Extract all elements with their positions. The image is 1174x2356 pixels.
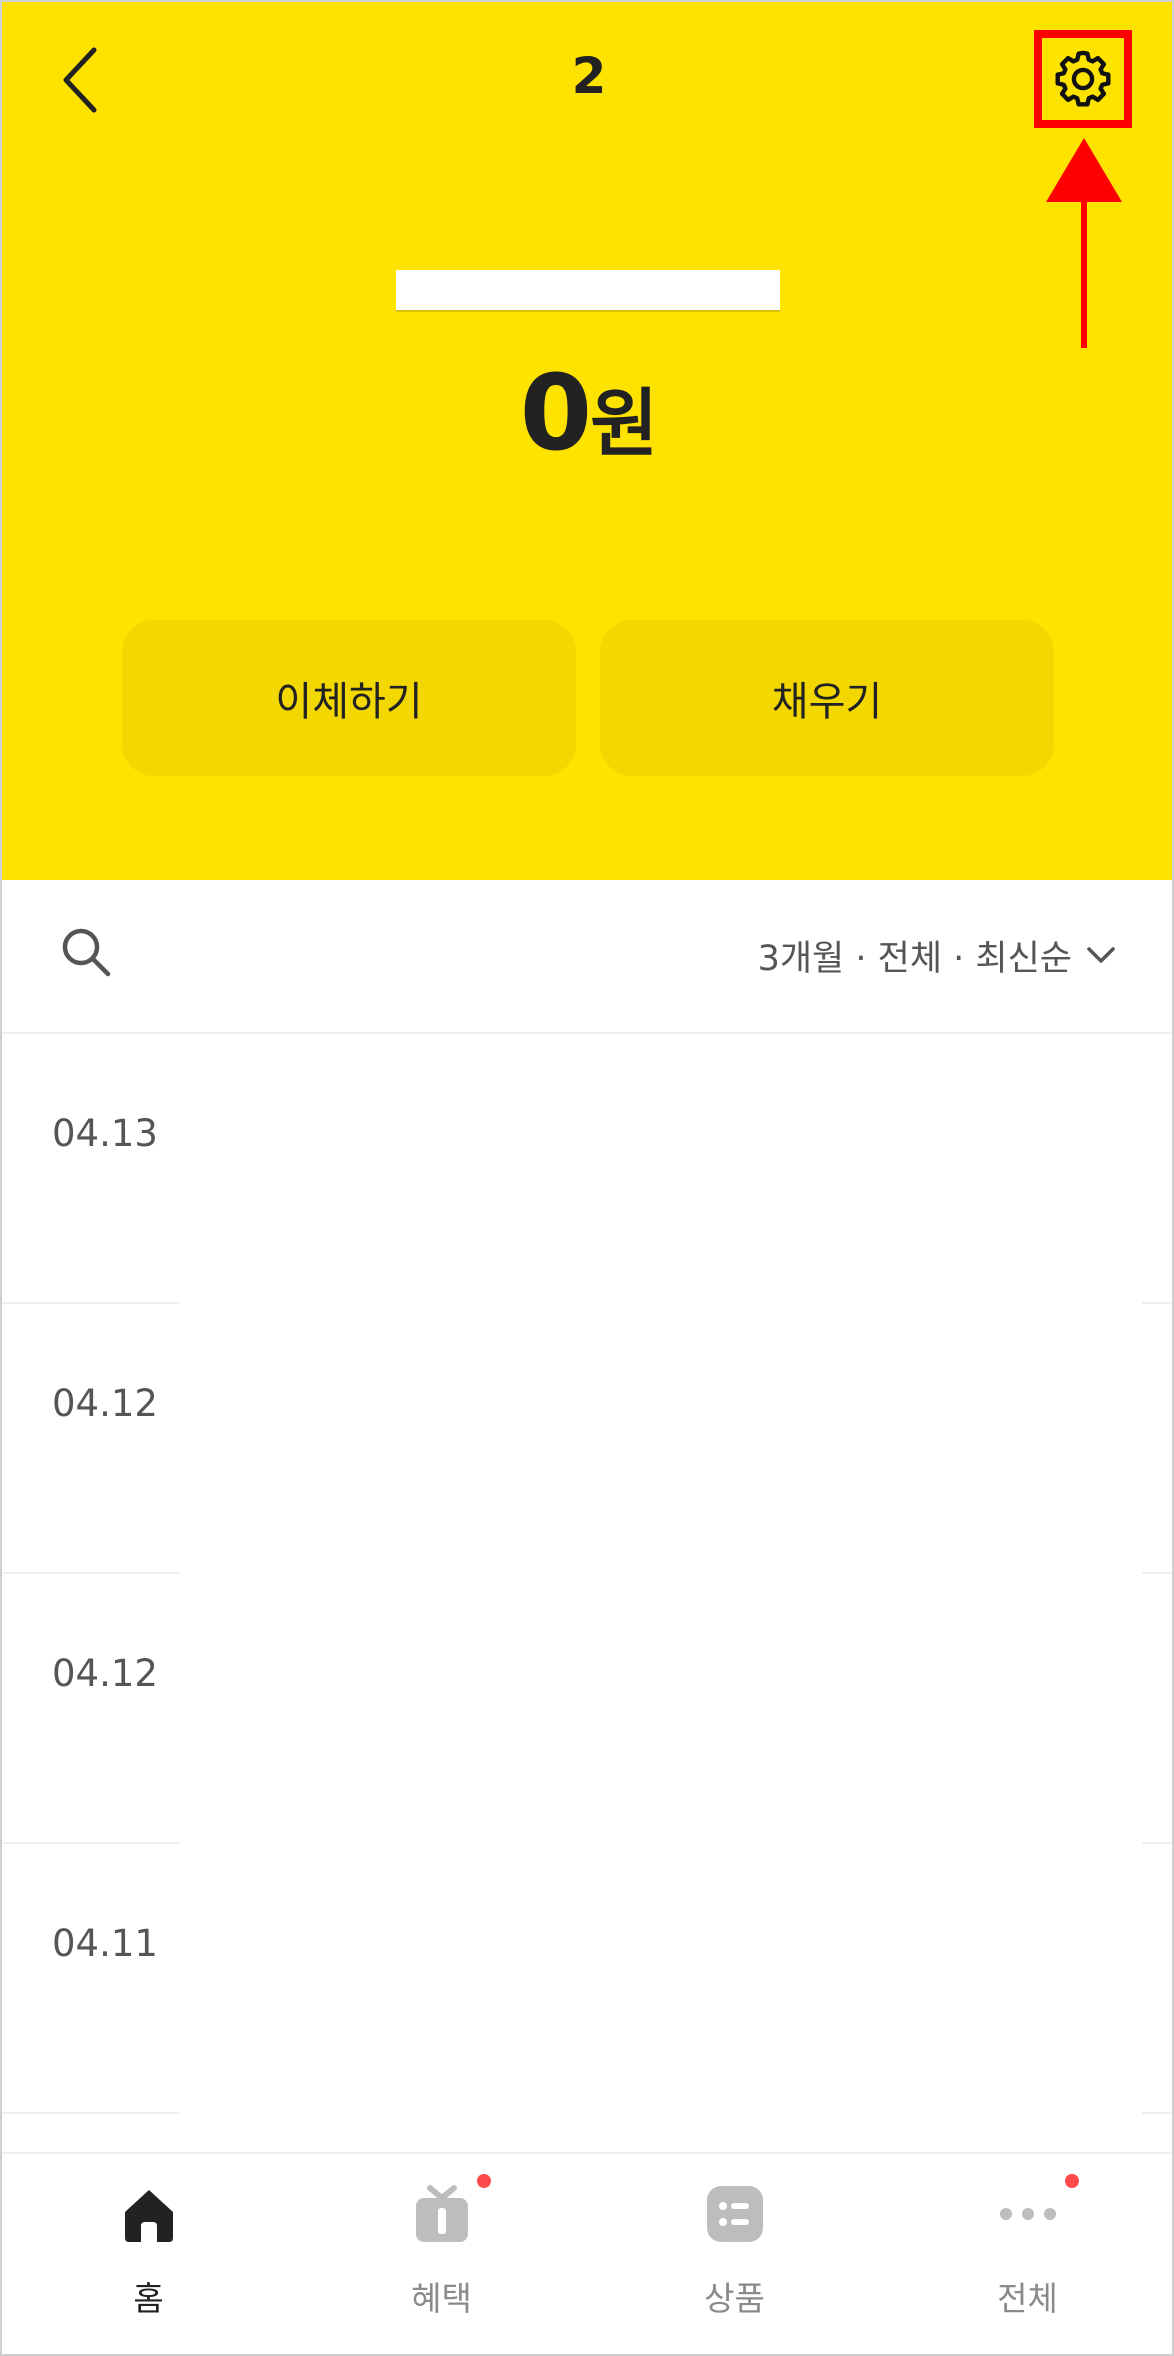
nav-item-home[interactable]: 홈 <box>2 2154 295 2354</box>
account-header: 2 0원 이체하기 채우기 <box>2 2 1172 880</box>
notification-dot <box>1065 2174 1079 2188</box>
nav-item-all[interactable]: 전체 <box>881 2154 1172 2354</box>
transaction-date: 04.11 <box>52 1922 158 1965</box>
chevron-down-icon <box>1087 947 1115 963</box>
transaction-row[interactable]: 04.13 <box>2 1034 1172 1304</box>
page-title: 2 <box>571 47 607 105</box>
balance-unit: 원 <box>590 381 659 467</box>
settings-button[interactable] <box>1034 30 1132 128</box>
transaction-date: 04.12 <box>52 1382 158 1425</box>
nav-label-benefits: 혜택 <box>411 2279 472 2318</box>
transaction-row[interactable]: 04.12 <box>2 1574 1172 1844</box>
balance-amount: 0원 <box>2 352 1172 474</box>
list-icon <box>706 2186 763 2242</box>
balance-number: 0 <box>519 352 592 474</box>
app-screen: 2 0원 이체하기 채우기 3개월 · 전체 · 최신순 04.13 04.12… <box>0 0 1174 2356</box>
gift-icon <box>415 2185 468 2242</box>
gear-icon <box>1055 50 1111 107</box>
nav-item-benefits[interactable]: 혜택 <box>295 2154 588 2354</box>
red-arrow-annotation <box>1046 138 1122 348</box>
filter-bar: 3개월 · 전체 · 최신순 <box>2 880 1172 1034</box>
search-icon <box>62 928 111 977</box>
filter-label: 3개월 · 전체 · 최신순 <box>757 938 1072 979</box>
row-divider <box>2 2112 1172 2114</box>
transaction-date: 04.13 <box>52 1112 158 1155</box>
home-icon <box>124 2190 173 2242</box>
nav-label-all: 전체 <box>997 2279 1058 2318</box>
transaction-date: 04.12 <box>52 1652 158 1695</box>
transaction-row[interactable]: 04.12 <box>2 1304 1172 1574</box>
fill-button[interactable]: 채우기 <box>600 620 1054 776</box>
account-name-redacted <box>396 270 780 312</box>
period-filter-dropdown[interactable]: 3개월 · 전체 · 최신순 <box>758 920 1116 990</box>
nav-label-home: 홈 <box>133 2279 164 2318</box>
nav-item-products[interactable]: 상품 <box>588 2154 881 2354</box>
nav-label-products: 상품 <box>704 2279 765 2318</box>
bottom-navigation: 홈 혜택 상품 전체 <box>2 2152 1172 2354</box>
more-icon <box>999 2208 1056 2220</box>
transaction-row[interactable]: 04.11 <box>2 1844 1172 2114</box>
notification-dot <box>477 2174 491 2188</box>
transfer-button[interactable]: 이체하기 <box>122 620 576 776</box>
search-button[interactable] <box>58 924 122 988</box>
